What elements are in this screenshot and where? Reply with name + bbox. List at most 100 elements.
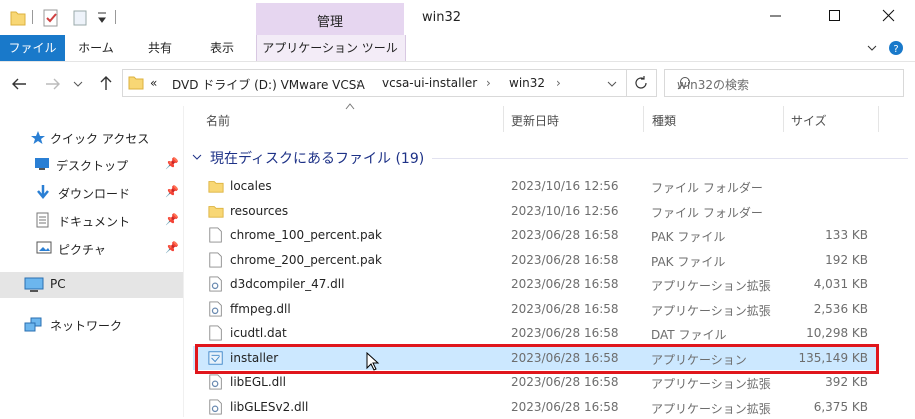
- file-date: 2023/10/16 12:56: [511, 179, 619, 193]
- breadcrumb-separator-icon[interactable]: ›: [486, 76, 491, 90]
- nav-label: デスクトップ: [56, 159, 129, 173]
- file-row[interactable]: chrome_200_percent.pak 2023/06/28 16:58 PA…: [193, 248, 879, 272]
- svg-text:?: ?: [893, 44, 898, 55]
- file-name: chrome_100_percent.pak: [230, 228, 382, 242]
- maximize-button[interactable]: [811, 0, 857, 33]
- pin-icon[interactable]: 📌: [165, 213, 179, 226]
- column-separator[interactable]: [783, 106, 784, 132]
- group-header[interactable]: 現在ディスクにあるファイル (19): [210, 148, 424, 168]
- pictures-icon: [36, 241, 52, 254]
- column-header-modified[interactable]: 更新日時: [511, 112, 559, 129]
- group-divider: [432, 158, 908, 159]
- file-type: アプリケーション拡張: [651, 279, 771, 293]
- file-icon: [209, 227, 222, 243]
- nav-label: ドキュメント: [58, 215, 131, 229]
- file-name: locales: [230, 179, 272, 193]
- dll-icon: [209, 301, 222, 317]
- tab-application-tools[interactable]: アプリケーション ツール: [256, 35, 404, 61]
- manage-label: 管理: [316, 15, 343, 30]
- file-date: 2023/06/28 16:58: [511, 302, 619, 316]
- column-header-name[interactable]: 名前: [206, 112, 230, 129]
- recent-locations-icon[interactable]: [72, 78, 84, 90]
- file-row[interactable]: d3dcompiler_47.dll 2023/06/28 16:58 アプリケーシ…: [193, 272, 879, 296]
- column-separator[interactable]: [503, 106, 504, 132]
- minimize-icon: [770, 15, 781, 17]
- search-field[interactable]: win32の検索: [664, 69, 904, 97]
- tab-view[interactable]: 表示: [196, 35, 248, 61]
- window-title: win32: [422, 10, 462, 25]
- file-size: 392 KB: [825, 375, 868, 389]
- file-name: libGLESv2.dll: [230, 400, 309, 414]
- tab-home[interactable]: ホーム: [70, 35, 122, 61]
- breadcrumb-separator-icon[interactable]: ›: [556, 76, 561, 90]
- address-dropdown-icon[interactable]: [606, 78, 618, 90]
- tab-share[interactable]: 共有: [134, 35, 186, 61]
- file-date: 2023/06/28 16:58: [511, 326, 619, 340]
- breadcrumb-vcsa-ui-installer[interactable]: vcsa-ui-installer: [382, 76, 477, 90]
- back-arrow-icon[interactable]: [10, 77, 28, 91]
- breadcrumb-win32[interactable]: win32: [509, 76, 545, 90]
- close-button[interactable]: [866, 0, 912, 33]
- refresh-button[interactable]: [627, 69, 657, 97]
- new-folder-icon[interactable]: [72, 9, 88, 27]
- file-type: アプリケーション拡張: [651, 377, 771, 391]
- folder-icon: [128, 76, 144, 90]
- column-separator[interactable]: [643, 106, 644, 132]
- file-row[interactable]: locales 2023/10/16 12:56 ファイル フォルダー: [193, 174, 879, 198]
- collapse-group-icon[interactable]: [191, 151, 203, 163]
- minimize-button[interactable]: [752, 0, 798, 33]
- column-header-size[interactable]: サイズ: [791, 112, 827, 129]
- pc-icon: [24, 277, 44, 292]
- forward-arrow-icon[interactable]: [44, 77, 62, 91]
- folder-icon: [208, 206, 224, 218]
- nav-item-desktop[interactable]: デスクトップ 📌: [0, 153, 183, 177]
- nav-item-network[interactable]: ネットワーク: [0, 313, 183, 337]
- pane-divider[interactable]: [183, 106, 184, 417]
- nav-item-documents[interactable]: ドキュメント 📌: [0, 209, 183, 233]
- download-icon: [37, 185, 49, 199]
- tab-file[interactable]: ファイル: [0, 35, 65, 61]
- file-size: 10,298 KB: [806, 326, 868, 340]
- file-type: DAT ファイル: [651, 328, 727, 342]
- breadcrumb-separator-icon[interactable]: ›: [356, 76, 361, 90]
- dll-icon: [209, 374, 222, 390]
- file-size: 2,536 KB: [813, 302, 868, 316]
- expand-ribbon-icon[interactable]: [865, 42, 879, 54]
- properties-icon[interactable]: [42, 9, 60, 27]
- folder-icon[interactable]: [10, 9, 26, 27]
- pin-icon[interactable]: 📌: [165, 185, 179, 198]
- highlight-box: [195, 344, 879, 374]
- nav-item-downloads[interactable]: ダウンロード 📌: [0, 181, 183, 205]
- nav-label: ピクチャ: [58, 243, 106, 257]
- file-size: 6,375 KB: [813, 400, 868, 414]
- dll-icon: [209, 399, 222, 415]
- column-separator[interactable]: [878, 106, 879, 132]
- file-type: ファイル フォルダー: [651, 181, 763, 195]
- pin-icon[interactable]: 📌: [165, 241, 179, 254]
- nav-item-pictures[interactable]: ピクチャ 📌: [0, 237, 183, 261]
- breadcrumb-dvd-drive[interactable]: DVD ドライブ (D:) VMware VCSA: [172, 76, 365, 93]
- folder-icon: [208, 181, 224, 193]
- file-name: d3dcompiler_47.dll: [230, 277, 345, 291]
- file-type: ファイル フォルダー: [651, 206, 763, 220]
- nav-label: クイック アクセス: [50, 132, 150, 146]
- help-icon[interactable]: ?: [888, 40, 904, 56]
- maximize-icon: [829, 10, 840, 21]
- column-header-type[interactable]: 種類: [652, 112, 676, 129]
- file-row[interactable]: icudtl.dat 2023/06/28 16:58 DAT ファイル 10,298…: [193, 321, 879, 345]
- nav-item-pc[interactable]: PC: [0, 272, 183, 298]
- file-row[interactable]: libGLESv2.dll 2023/06/28 16:58 アプリケーション拡張 6…: [193, 395, 879, 419]
- nav-label: ネットワーク: [50, 319, 123, 333]
- file-date: 2023/06/28 16:58: [511, 228, 619, 242]
- breadcrumb-overflow[interactable]: «: [150, 76, 157, 90]
- up-arrow-icon[interactable]: [98, 75, 114, 91]
- file-date: 2023/06/28 16:58: [511, 400, 619, 414]
- customize-dropdown-icon[interactable]: [96, 9, 108, 25]
- file-date: 2023/06/28 16:58: [511, 375, 619, 389]
- file-type: PAK ファイル: [651, 230, 726, 244]
- file-row[interactable]: ffmpeg.dll 2023/06/28 16:58 アプリケーション拡張 2,53…: [193, 297, 879, 321]
- nav-item-quick-access[interactable]: クイック アクセス: [0, 126, 183, 150]
- pin-icon[interactable]: 📌: [165, 157, 179, 170]
- file-row[interactable]: resources 2023/10/16 12:56 ファイル フォルダー: [193, 199, 879, 223]
- file-row[interactable]: chrome_100_percent.pak 2023/06/28 16:58 PA…: [193, 223, 879, 247]
